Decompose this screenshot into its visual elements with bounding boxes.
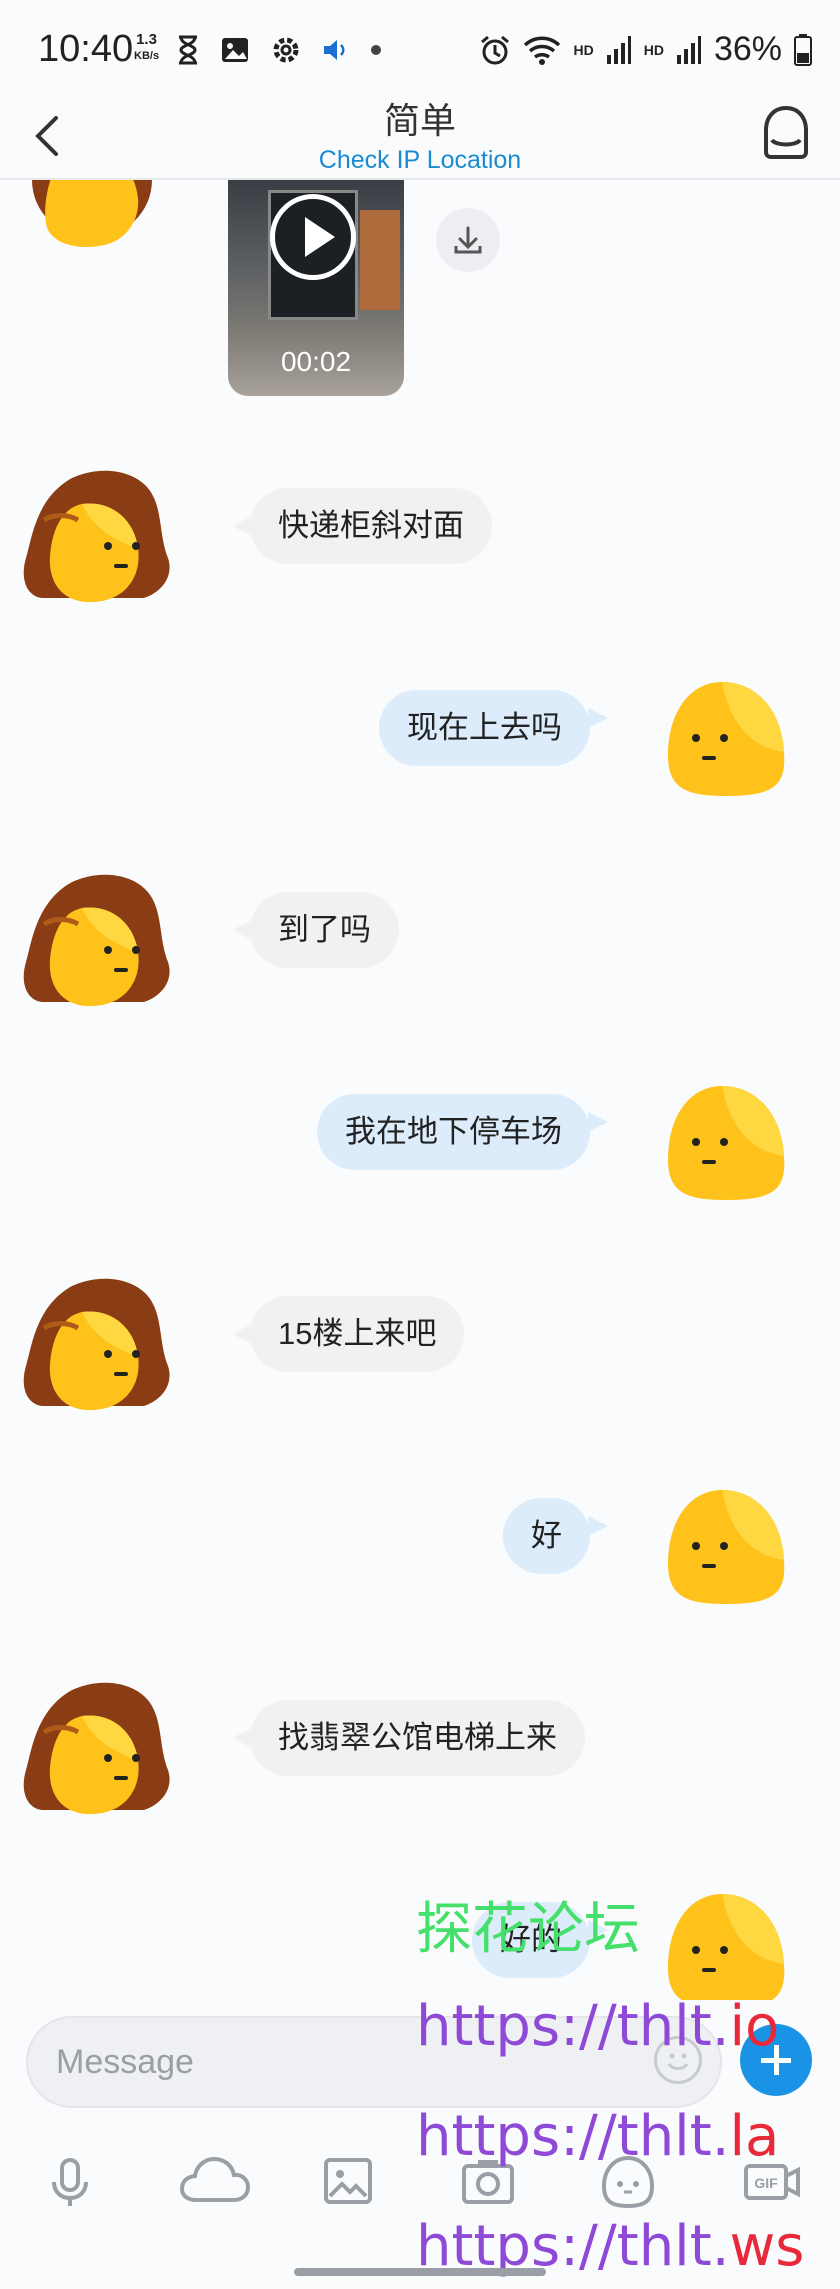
download-button[interactable] — [436, 208, 500, 272]
outgoing-message[interactable]: 我在地下停车场 — [317, 1094, 590, 1170]
gallery-button[interactable] — [316, 2150, 380, 2214]
outgoing-message[interactable]: 现在上去吗 — [379, 690, 590, 766]
battery-percent: 36% — [713, 30, 782, 68]
contact-avatar[interactable] — [22, 1680, 188, 1818]
contact-name: 简单 — [383, 100, 456, 141]
cloud-button[interactable] — [176, 2150, 252, 2214]
watermark-url-1-suffix: io — [729, 1994, 780, 2059]
hd-badge-1: HD — [573, 41, 594, 58]
gif-label: GIF — [754, 2175, 778, 2191]
check-ip-location-link[interactable]: Check IP Location — [0, 146, 840, 175]
bubble-tail — [232, 516, 252, 536]
wifi-icon — [524, 36, 561, 65]
watermark-url-1-prefix: https://thlt. — [416, 1994, 730, 2059]
chat-header: 简单 Check IP Location — [0, 92, 840, 180]
gallery-icon — [222, 38, 248, 62]
volume-icon — [324, 40, 345, 60]
profile-button[interactable] — [756, 102, 816, 168]
network-speed-unit: KB/s — [134, 50, 160, 62]
alarm-icon — [481, 35, 510, 64]
my-avatar[interactable] — [662, 1486, 792, 1610]
cloud-icon — [179, 2156, 251, 2202]
watermark-url-1: https://thlt.io — [416, 1994, 779, 2059]
play-icon[interactable] — [270, 194, 356, 280]
status-bar: 10:40 1.3 KB/s HD HD 36% — [0, 0, 840, 92]
network-speed: 1.3 KB/s — [134, 32, 159, 64]
watermark-url-2-suffix: la — [729, 2104, 780, 2169]
bubble-tail — [232, 1324, 252, 1344]
video-thumbnail-detail — [360, 210, 400, 310]
watermark-url-2-prefix: https://thlt. — [416, 2104, 730, 2169]
download-icon — [454, 226, 482, 254]
bubble-tail — [232, 1728, 252, 1748]
user-profile-icon — [764, 105, 808, 159]
contact-avatar[interactable] — [22, 468, 188, 606]
outgoing-message[interactable]: 好 — [503, 1498, 590, 1574]
incoming-message[interactable]: 15楼上来吧 — [250, 1296, 465, 1372]
bubble-tail — [588, 1112, 608, 1132]
battery-icon — [794, 33, 812, 66]
bubble-tail — [232, 920, 252, 940]
network-speed-value: 1.3 — [136, 31, 157, 48]
home-indicator[interactable] — [294, 2268, 546, 2276]
contact-avatar[interactable] — [22, 180, 188, 258]
message-list[interactable]: 00:02 快递柜斜对面 现在上去吗 到了吗 我在地下停车场 15楼上来吧 好 … — [0, 180, 840, 2000]
watermark-url-2: https://thlt.la — [416, 2104, 779, 2169]
video-duration: 00:02 — [280, 346, 352, 377]
bubble-tail — [588, 1516, 608, 1536]
hd-badge-2: HD — [643, 41, 664, 58]
my-avatar[interactable] — [662, 1890, 792, 2000]
notification-dot-icon — [371, 45, 381, 55]
watermark-url-3-suffix: ws — [729, 2214, 805, 2279]
settings-gear-icon — [273, 37, 299, 63]
incoming-message[interactable]: 找翡翠公馆电梯上来 — [250, 1700, 585, 1776]
my-avatar[interactable] — [662, 678, 792, 802]
signal-icon-1 — [606, 35, 631, 64]
my-avatar[interactable] — [662, 1082, 792, 1206]
contact-avatar[interactable] — [22, 1276, 188, 1414]
incoming-message[interactable]: 快递柜斜对面 — [250, 488, 492, 564]
hourglass-icon — [179, 35, 197, 65]
microphone-icon — [52, 2158, 88, 2206]
voice-button[interactable] — [38, 2150, 102, 2214]
status-time: 10:40 — [38, 28, 134, 70]
signal-icon-2 — [676, 35, 701, 64]
contact-avatar[interactable] — [22, 872, 188, 1010]
bubble-tail — [588, 708, 608, 728]
video-message[interactable]: 00:02 — [228, 180, 404, 396]
incoming-message[interactable]: 到了吗 — [250, 892, 399, 968]
watermark-title: 探花论坛 — [416, 1897, 640, 1962]
image-icon — [324, 2158, 372, 2204]
